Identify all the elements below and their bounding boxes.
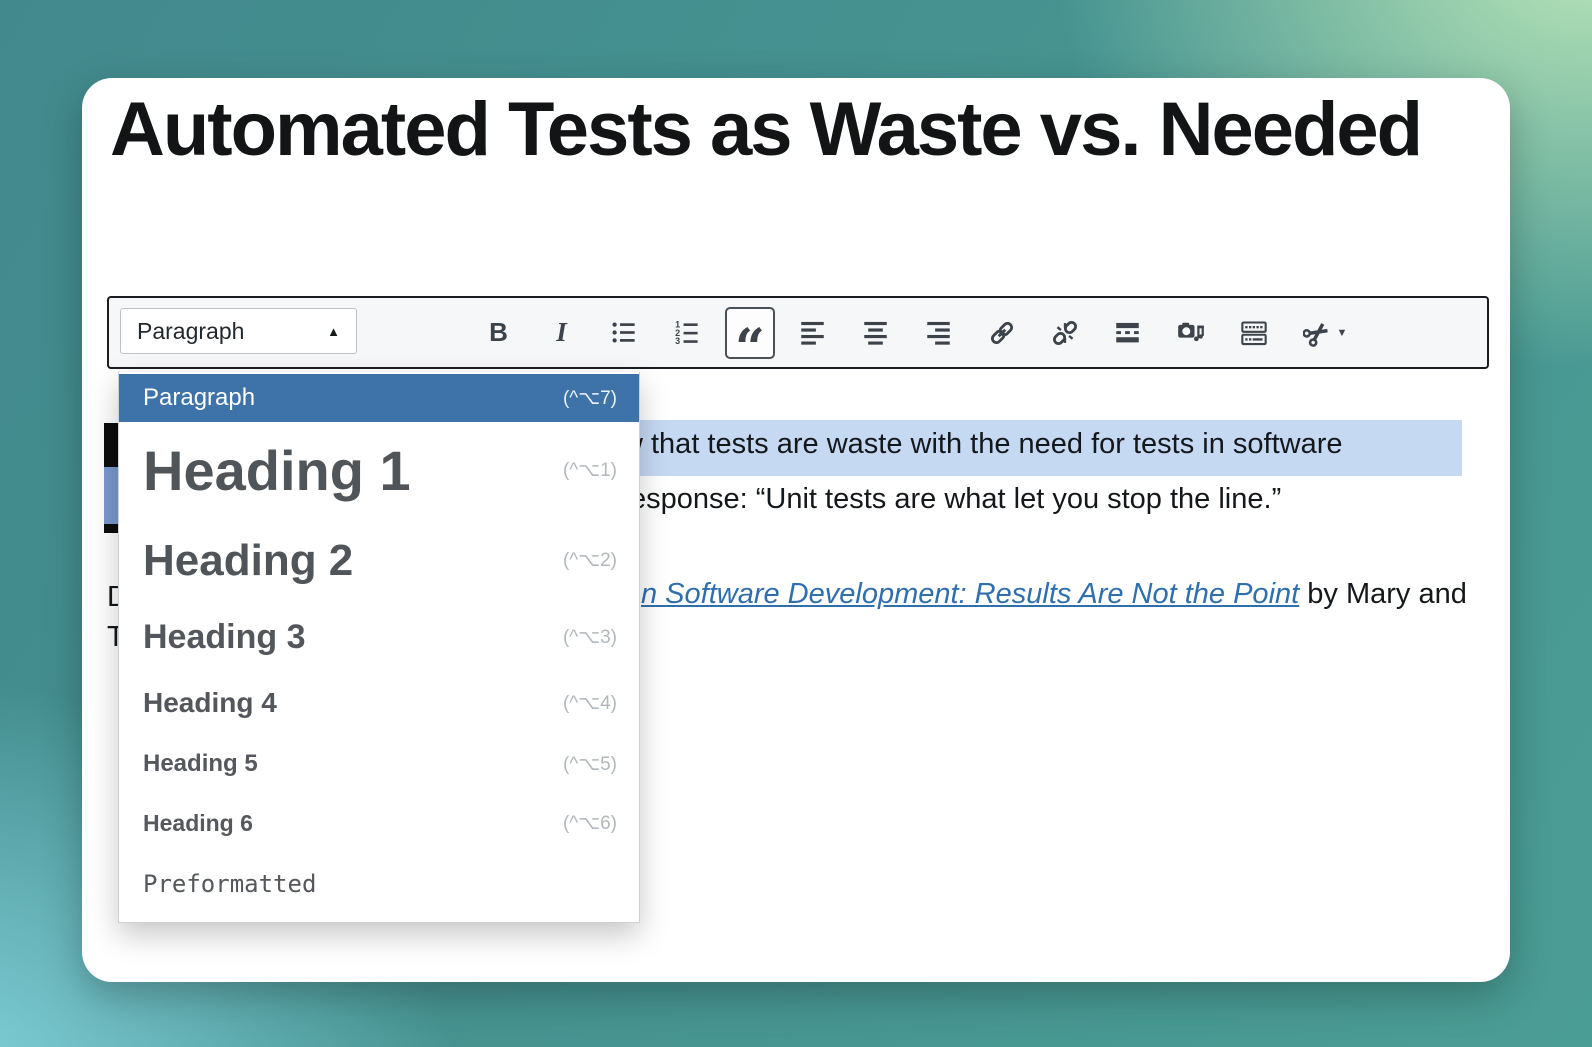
align-center-button[interactable]: [844, 298, 907, 367]
svg-text:3: 3: [675, 336, 680, 346]
keyboard-shortcuts-button[interactable]: [1222, 298, 1285, 367]
format-option-paragraph[interactable]: Paragraph (^⌥7): [119, 374, 639, 422]
scissors-icon: [1302, 322, 1328, 347]
format-option-heading-6[interactable]: Heading 6 (^⌥6): [119, 794, 639, 852]
format-option-heading-5[interactable]: Heading 5 (^⌥5): [119, 734, 639, 794]
format-option-heading-3[interactable]: Heading 3 (^⌥3): [119, 602, 639, 672]
bold-button[interactable]: B: [467, 298, 530, 367]
format-option-heading-2[interactable]: Heading 2 (^⌥2): [119, 519, 639, 602]
insert-link-button[interactable]: [970, 298, 1033, 367]
add-media-icon: [1177, 322, 1204, 341]
unlink-icon: [1052, 320, 1077, 345]
chevron-up-icon: ▲: [327, 323, 340, 339]
read-more-icon: [1116, 322, 1139, 343]
numbered-list-icon: 1 2 3: [675, 319, 698, 346]
numbered-list-button[interactable]: 1 2 3: [656, 298, 719, 367]
editor-window: Automated Tests as Waste vs. Needed w th…: [82, 78, 1510, 982]
italic-icon: I: [556, 317, 567, 347]
book-link[interactable]: n Software Development: Results Are Not …: [641, 578, 1299, 610]
format-option-preformatted[interactable]: Preformatted: [119, 852, 639, 916]
align-left-button[interactable]: [781, 298, 844, 367]
link-suffix: by Mary and: [1299, 578, 1467, 610]
read-more-button[interactable]: [1096, 298, 1159, 367]
bulleted-list-icon: [612, 322, 635, 343]
reference-line: n Software Development: Results Are Not …: [641, 578, 1467, 611]
format-selector-value: Paragraph: [137, 317, 245, 344]
blockquote-button[interactable]: “: [725, 306, 775, 374]
toolbar-buttons: B I 1 2 3 “ ▼: [467, 298, 1365, 374]
desktop-gradient-background: Automated Tests as Waste vs. Needed w th…: [0, 0, 1592, 1047]
bulleted-list-button[interactable]: [593, 298, 656, 367]
align-center-icon: [864, 321, 887, 345]
align-right-button[interactable]: [907, 298, 970, 367]
scissors-button[interactable]: ▼: [1285, 298, 1365, 367]
format-option-heading-1[interactable]: Heading 1 (^⌥1): [119, 422, 639, 519]
keyboard-icon: [1240, 320, 1267, 345]
selected-text-fragment: w that tests are waste with the need for…: [622, 428, 1343, 460]
chevron-down-icon: ▼: [1336, 326, 1348, 339]
add-media-button[interactable]: [1159, 298, 1222, 367]
italic-button[interactable]: I: [530, 298, 593, 367]
format-dropdown-menu: Paragraph (^⌥7) Heading 1 (^⌥1) Heading …: [118, 372, 640, 923]
format-selector-button[interactable]: Paragraph ▲: [120, 308, 357, 354]
remove-link-button[interactable]: [1033, 298, 1096, 367]
editor-toolbar: Paragraph ▲ B I 1 2 3 “ ▼: [107, 296, 1489, 374]
format-option-heading-4[interactable]: Heading 4 (^⌥4): [119, 672, 639, 734]
align-right-icon: [927, 321, 950, 345]
bold-icon: B: [489, 317, 508, 347]
align-left-icon: [801, 321, 824, 345]
quote-line-fragment: esponse: “Unit tests are what let you st…: [630, 483, 1282, 515]
link-icon: [990, 321, 1013, 344]
